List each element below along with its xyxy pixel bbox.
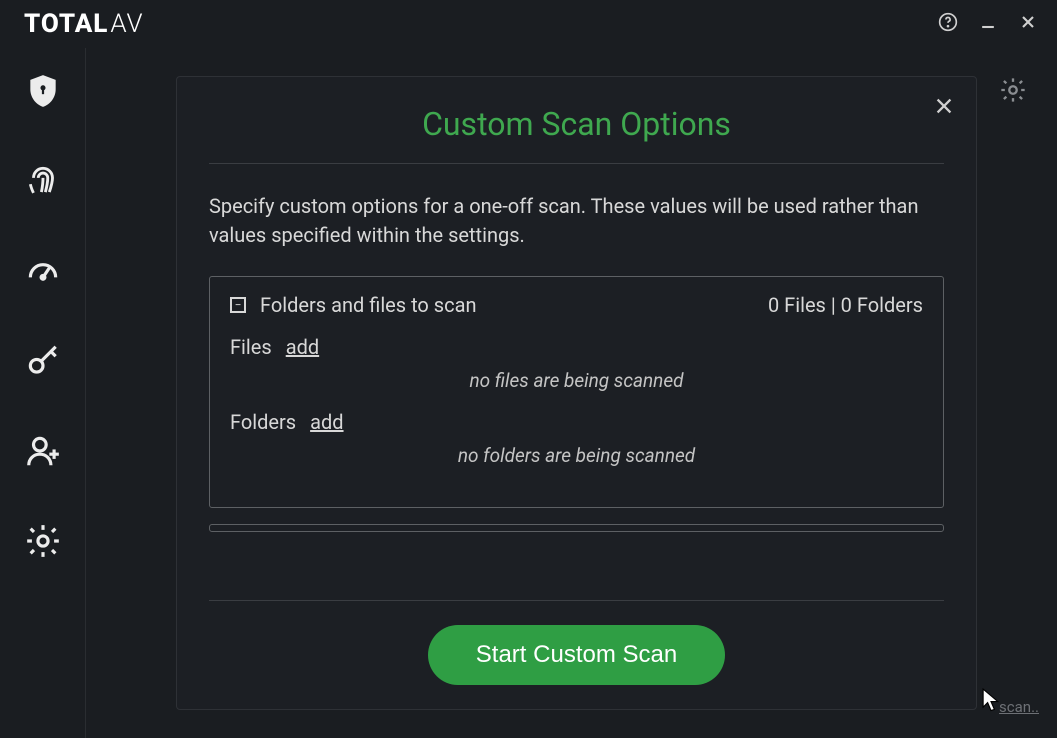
custom-scan-modal: Custom Scan Options Specify custom optio…: [176, 76, 977, 710]
gear-icon: [999, 89, 1027, 108]
files-label: Files: [230, 335, 272, 359]
modal-close-button[interactable]: [930, 95, 958, 123]
help-icon: [938, 12, 958, 36]
sidebar-item-family[interactable]: [20, 430, 66, 476]
close-icon: [1018, 12, 1038, 36]
sidebar: [0, 48, 86, 738]
sidebar-item-settings[interactable]: [20, 520, 66, 566]
scan-targets-box: − Folders and files to scan 0 Files | 0 …: [209, 276, 944, 508]
scan-targets-count: 0 Files | 0 Folders: [768, 293, 923, 317]
next-section-peek: [209, 524, 944, 532]
modal-scroll-area: Specify custom options for a one-off sca…: [209, 192, 944, 578]
content-area: Custom Scan Options Specify custom optio…: [86, 48, 1057, 738]
folders-label: Folders: [230, 410, 296, 434]
panel-settings-button[interactable]: [999, 76, 1029, 106]
modal-description: Specify custom options for a one-off sca…: [209, 192, 944, 250]
collapse-icon[interactable]: −: [230, 297, 246, 313]
help-button[interactable]: [931, 7, 965, 41]
sidebar-item-privacy[interactable]: [20, 160, 66, 206]
speedometer-icon: [24, 252, 62, 294]
titlebar: TOTAL AV: [0, 0, 1057, 48]
divider: [209, 600, 944, 601]
corner-hint-text: scan..: [999, 698, 1039, 716]
add-user-icon: [24, 432, 62, 474]
minimize-button[interactable]: [971, 7, 1005, 41]
modal-title: Custom Scan Options: [209, 105, 944, 143]
add-folders-link[interactable]: add: [310, 410, 343, 434]
close-icon: [933, 95, 955, 123]
files-empty-message: no files are being scanned: [230, 369, 923, 392]
folders-empty-message: no folders are being scanned: [230, 444, 923, 467]
sidebar-item-performance[interactable]: [20, 250, 66, 296]
logo-text-light: AV: [110, 9, 143, 39]
divider: [209, 163, 944, 164]
scan-targets-title: Folders and files to scan: [260, 293, 754, 317]
key-icon: [24, 342, 62, 384]
close-window-button[interactable]: [1011, 7, 1045, 41]
start-custom-scan-button[interactable]: Start Custom Scan: [428, 625, 725, 685]
sidebar-item-password[interactable]: [20, 340, 66, 386]
minimize-icon: [978, 12, 998, 36]
fingerprint-icon: [24, 162, 62, 204]
sidebar-item-protection[interactable]: [20, 70, 66, 116]
logo-text-bold: TOTAL: [24, 9, 108, 39]
shield-icon: [24, 72, 62, 114]
add-files-link[interactable]: add: [286, 335, 319, 359]
gear-icon: [24, 522, 62, 564]
app-logo: TOTAL AV: [24, 9, 144, 39]
